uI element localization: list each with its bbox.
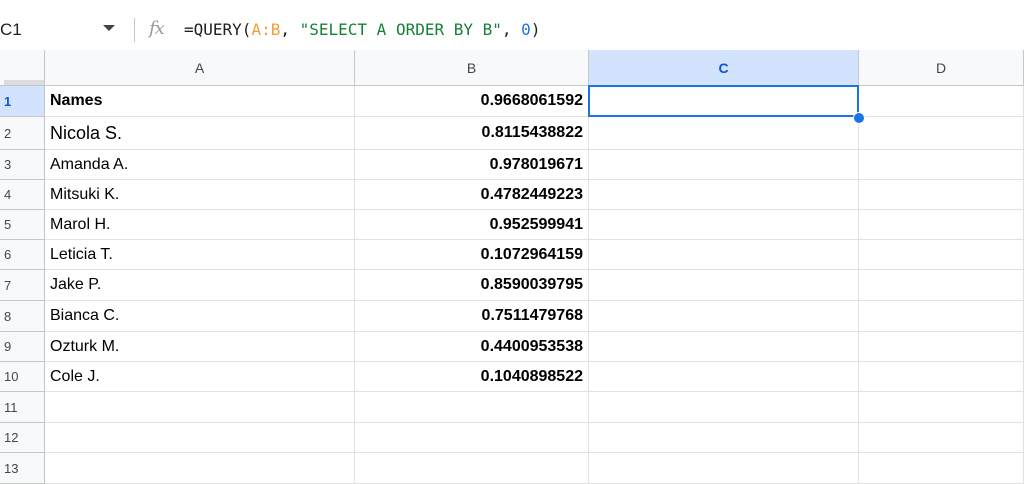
row-header-13[interactable]: 13 bbox=[0, 453, 45, 484]
cell-a8[interactable]: Bianca C. bbox=[45, 301, 355, 332]
formula-prefix: =QUERY( bbox=[184, 20, 252, 39]
cell-d12[interactable] bbox=[859, 423, 1024, 453]
cell-b7[interactable]: 0.8590039795 bbox=[355, 270, 589, 301]
column-header-d[interactable]: D bbox=[859, 50, 1024, 86]
cell-b5[interactable]: 0.952599941 bbox=[355, 210, 589, 240]
cell-d6[interactable] bbox=[859, 240, 1024, 270]
cell-d10[interactable] bbox=[859, 362, 1024, 392]
cell-d13[interactable] bbox=[859, 453, 1024, 484]
cell-b3[interactable]: 0.978019671 bbox=[355, 150, 589, 180]
formula-query-string: "SELECT A ORDER BY B" bbox=[299, 20, 502, 39]
cell-d7[interactable] bbox=[859, 270, 1024, 301]
row-header-10[interactable]: 10 bbox=[0, 362, 45, 392]
cell-b11[interactable] bbox=[355, 392, 589, 423]
formula-input[interactable]: =QUERY(A:B, "SELECT A ORDER BY B", 0) bbox=[184, 20, 540, 39]
column-header-a[interactable]: A bbox=[45, 50, 355, 86]
cell-a6[interactable]: Leticia T. bbox=[45, 240, 355, 270]
select-all-corner[interactable] bbox=[0, 50, 45, 86]
cell-c2[interactable] bbox=[589, 117, 859, 150]
formula-range: A:B bbox=[251, 20, 281, 39]
cell-a3[interactable]: Amanda A. bbox=[45, 150, 355, 180]
cell-a5[interactable]: Marol H. bbox=[45, 210, 355, 240]
cell-d2[interactable] bbox=[859, 117, 1024, 150]
cell-c11[interactable] bbox=[589, 392, 859, 423]
cell-d5[interactable] bbox=[859, 210, 1024, 240]
row-header-9[interactable]: 9 bbox=[0, 332, 45, 362]
cell-a12[interactable] bbox=[45, 423, 355, 453]
cell-b12[interactable] bbox=[355, 423, 589, 453]
formula-bar: C1 fx =QUERY(A:B, "SELECT A ORDER BY B",… bbox=[0, 10, 1024, 50]
row-header-7[interactable]: 7 bbox=[0, 270, 45, 301]
name-box[interactable]: C1 bbox=[0, 10, 126, 50]
cell-b10[interactable]: 0.1040898522 bbox=[355, 362, 589, 392]
cell-a9[interactable]: Ozturk M. bbox=[45, 332, 355, 362]
cell-b2[interactable]: 0.8115438822 bbox=[355, 117, 589, 150]
row-header-8[interactable]: 8 bbox=[0, 301, 45, 332]
formula-separator: , bbox=[501, 20, 522, 39]
formula-suffix: ) bbox=[530, 20, 541, 39]
cell-d4[interactable] bbox=[859, 180, 1024, 210]
row-header-1[interactable]: 1 bbox=[0, 86, 45, 117]
cell-a4[interactable]: Mitsuki K. bbox=[45, 180, 355, 210]
cell-a7[interactable]: Jake P. bbox=[45, 270, 355, 301]
column-header-c[interactable]: C bbox=[589, 50, 859, 86]
fx-icon: fx bbox=[149, 18, 165, 39]
cell-d3[interactable] bbox=[859, 150, 1024, 180]
cell-c5[interactable] bbox=[589, 210, 859, 240]
cell-c3[interactable] bbox=[589, 150, 859, 180]
cell-b6[interactable]: 0.1072964159 bbox=[355, 240, 589, 270]
cell-a13[interactable] bbox=[45, 453, 355, 484]
fill-handle[interactable] bbox=[853, 112, 865, 124]
row-header-12[interactable]: 12 bbox=[0, 423, 45, 453]
divider bbox=[134, 18, 135, 42]
cell-d11[interactable] bbox=[859, 392, 1024, 423]
name-box-value: C1 bbox=[0, 20, 22, 39]
cell-c13[interactable] bbox=[589, 453, 859, 484]
cell-d1[interactable] bbox=[859, 86, 1024, 117]
cell-c8[interactable] bbox=[589, 301, 859, 332]
cell-b4[interactable]: 0.4782449223 bbox=[355, 180, 589, 210]
cell-c9[interactable] bbox=[589, 332, 859, 362]
formula-separator: , bbox=[280, 20, 300, 39]
row-header-5[interactable]: 5 bbox=[0, 210, 45, 240]
formula-headers-arg: 0 bbox=[521, 20, 531, 39]
cell-c10[interactable] bbox=[589, 362, 859, 392]
chevron-down-icon[interactable] bbox=[103, 25, 115, 31]
row-header-6[interactable]: 6 bbox=[0, 240, 45, 270]
cell-d9[interactable] bbox=[859, 332, 1024, 362]
row-header-3[interactable]: 3 bbox=[0, 150, 45, 180]
row-header-11[interactable]: 11 bbox=[0, 392, 45, 423]
cell-a11[interactable] bbox=[45, 392, 355, 423]
cell-c7[interactable] bbox=[589, 270, 859, 301]
cell-a10[interactable]: Cole J. bbox=[45, 362, 355, 392]
row-header-2[interactable]: 2 bbox=[0, 117, 45, 150]
cell-c4[interactable] bbox=[589, 180, 859, 210]
cell-b1[interactable]: 0.9668061592 bbox=[355, 86, 589, 117]
cell-b9[interactable]: 0.4400953538 bbox=[355, 332, 589, 362]
cell-a1[interactable]: Names bbox=[45, 86, 355, 117]
row-header-4[interactable]: 4 bbox=[0, 180, 45, 210]
column-header-b[interactable]: B bbox=[355, 50, 589, 86]
cell-c1[interactable] bbox=[589, 86, 859, 117]
cell-c6[interactable] bbox=[589, 240, 859, 270]
cell-b13[interactable] bbox=[355, 453, 589, 484]
cell-b8[interactable]: 0.7511479768 bbox=[355, 301, 589, 332]
cell-a2[interactable]: Nicola S. bbox=[45, 117, 355, 150]
cell-d8[interactable] bbox=[859, 301, 1024, 332]
cell-c12[interactable] bbox=[589, 423, 859, 453]
